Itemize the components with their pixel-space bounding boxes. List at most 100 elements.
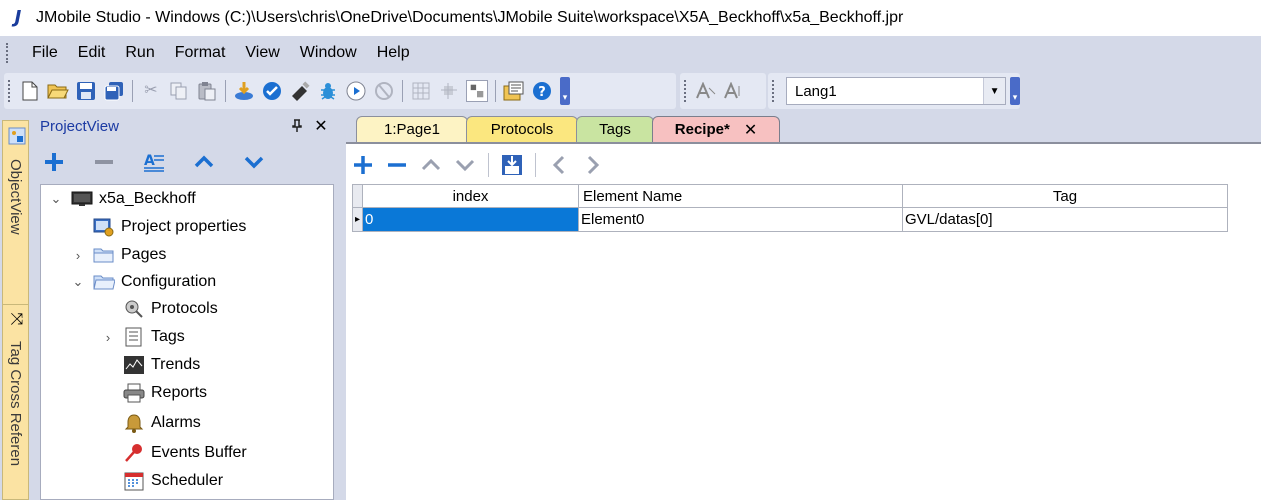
menu-window[interactable]: Window [290, 44, 367, 62]
menu-run[interactable]: Run [115, 44, 164, 62]
add-icon[interactable] [352, 152, 374, 178]
project-properties-icon [93, 217, 115, 237]
move-down-icon[interactable] [454, 152, 476, 178]
monitor-icon [71, 189, 93, 209]
font-icon[interactable] [695, 80, 717, 102]
side-tab-tag-cross-reference[interactable]: ⤨ Tag Cross Referen [2, 304, 29, 500]
import-save-icon[interactable] [501, 152, 523, 178]
tab-label: 1:Page1 [384, 121, 440, 138]
grid-icon[interactable] [410, 80, 432, 102]
help-icon[interactable]: ? [531, 80, 553, 102]
cell-tag[interactable]: GVL/datas[0] [903, 208, 1228, 232]
rename-icon[interactable]: A [140, 148, 168, 176]
cut-icon[interactable]: ✂ [140, 80, 162, 102]
tab-tags[interactable]: Tags [576, 116, 654, 142]
menu-help[interactable]: Help [367, 44, 420, 62]
main-toolbar-strip: ✂ ? ▾ [4, 73, 676, 109]
pin-icon[interactable] [287, 116, 307, 136]
usb-icon[interactable] [289, 80, 311, 102]
cell-element-name[interactable]: Element0 [579, 208, 903, 232]
language-select[interactable]: Lang1 ▼ [785, 77, 1007, 105]
download-icon[interactable] [233, 80, 255, 102]
chevron-right-icon[interactable] [582, 152, 604, 178]
tree-item-label: Tags [151, 328, 185, 345]
tree-item-configuration[interactable]: ⌄ Configuration [71, 270, 217, 294]
menu-edit[interactable]: Edit [68, 44, 116, 62]
run-play-icon[interactable] [345, 80, 367, 102]
side-tab-tag-cross-reference-label: Tag Cross Referen [7, 341, 24, 467]
menu-file[interactable]: File [22, 44, 68, 62]
toolbar-separator [495, 80, 496, 102]
tab-protocols[interactable]: Protocols [466, 116, 578, 142]
editor-area: 1:Page1 Protocols Tags Recipe* ✕ index E… [346, 112, 1261, 500]
close-icon[interactable]: ✕ [311, 116, 331, 136]
table-row[interactable]: ▸ 0 Element0 GVL/datas[0] [352, 208, 1228, 232]
row-selector-icon[interactable]: ▸ [352, 208, 363, 232]
folder-icon [93, 245, 115, 265]
tree-item-alarms[interactable]: Alarms [101, 411, 201, 435]
toolbar-overflow-button[interactable]: ▾ [560, 77, 570, 105]
tree-item-label: Reports [151, 384, 208, 401]
properties-icon[interactable] [503, 80, 525, 102]
move-up-icon[interactable] [190, 148, 218, 176]
tree-item-label: Events Buffer [151, 444, 247, 461]
paste-icon[interactable] [196, 80, 218, 102]
column-header-index[interactable]: index [363, 184, 579, 208]
calendar-icon [123, 471, 145, 491]
move-up-icon[interactable] [420, 152, 442, 178]
tree-item-pages[interactable]: › Pages [71, 243, 167, 267]
font-style-icon[interactable] [723, 80, 745, 102]
cell-index[interactable]: 0 [363, 208, 579, 232]
tree-item-protocols[interactable]: Protocols [101, 297, 218, 321]
toolbar-separator [402, 80, 403, 102]
snap-icon[interactable] [466, 80, 488, 102]
column-header-tag[interactable]: Tag [903, 184, 1228, 208]
chevron-down-icon[interactable]: ▼ [983, 78, 1006, 104]
toolbar-grip[interactable] [8, 80, 12, 102]
menu-view[interactable]: View [235, 44, 289, 62]
save-all-icon[interactable] [103, 80, 125, 102]
tab-label: Recipe* [674, 121, 730, 138]
remove-icon[interactable] [90, 148, 118, 176]
stop-icon[interactable] [373, 80, 395, 102]
language-value: Lang1 [794, 82, 837, 100]
tree-item-label: Trends [151, 356, 201, 373]
column-header-element-name[interactable]: Element Name [579, 184, 903, 208]
align-icon[interactable] [438, 80, 460, 102]
tree-item-project-properties[interactable]: Project properties [71, 215, 246, 239]
chevron-left-icon[interactable] [548, 152, 570, 178]
side-tab-objectview[interactable]: ObjectView [2, 120, 29, 306]
tab-page1[interactable]: 1:Page1 [356, 116, 468, 142]
collapse-chevron-icon[interactable]: ⌄ [71, 274, 85, 290]
panel-splitter[interactable] [335, 112, 346, 500]
tree-item-reports[interactable]: Reports [101, 381, 207, 405]
expand-chevron-icon[interactable]: › [101, 330, 115, 345]
remove-icon[interactable] [386, 152, 408, 178]
validate-check-icon[interactable] [261, 80, 283, 102]
move-down-icon[interactable] [240, 148, 268, 176]
expand-chevron-icon[interactable]: › [71, 248, 85, 263]
project-view-toolbar: A [30, 142, 335, 182]
menu-grip[interactable] [6, 43, 12, 63]
tree-item-project[interactable]: ⌄ x5a_Beckhoff [49, 187, 196, 211]
tree-item-events-buffer[interactable]: Events Buffer [101, 441, 247, 465]
toolbar-overflow-button[interactable]: ▾ [1010, 77, 1020, 105]
toolbar-grip[interactable] [684, 80, 688, 102]
tab-recipe[interactable]: Recipe* ✕ [652, 116, 780, 142]
new-file-icon[interactable] [19, 80, 41, 102]
tree-item-tags[interactable]: › Tags [101, 325, 185, 349]
app-icon: J [14, 7, 22, 28]
collapse-chevron-icon[interactable]: ⌄ [49, 191, 63, 207]
save-icon[interactable] [75, 80, 97, 102]
copy-icon[interactable] [168, 80, 190, 102]
open-folder-icon[interactable] [47, 80, 69, 102]
tree-item-trends[interactable]: Trends [101, 353, 200, 377]
close-tab-icon[interactable]: ✕ [744, 120, 757, 140]
add-icon[interactable] [40, 148, 68, 176]
toolbar-separator [225, 80, 226, 102]
menu-format[interactable]: Format [165, 44, 236, 62]
toolbar-grip[interactable] [772, 80, 776, 102]
tree-item-scheduler[interactable]: Scheduler [101, 469, 223, 493]
debug-bug-icon[interactable] [317, 80, 339, 102]
recipe-editor: index Element Name Tag ▸ 0 Element0 GVL/… [346, 142, 1261, 500]
